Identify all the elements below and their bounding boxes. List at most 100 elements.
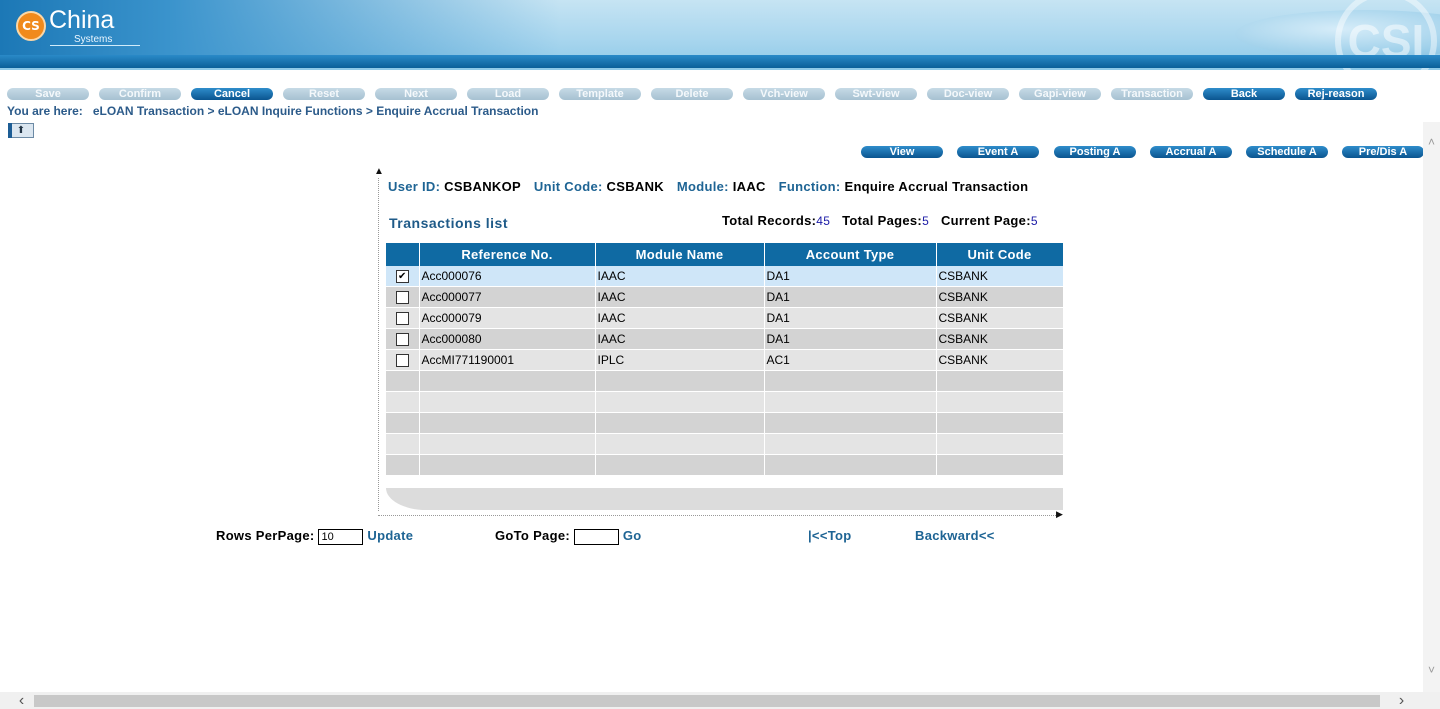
row-select-cell <box>386 349 420 371</box>
banner-bottom-bar <box>0 55 1440 68</box>
empty-cell <box>595 370 765 392</box>
table-header-row: Reference No. Module Name Account Type U… <box>386 243 1064 266</box>
load-button[interactable]: Load <box>467 88 549 100</box>
panel-left-border <box>378 178 379 511</box>
scroll-down-icon[interactable]: ˅ <box>1425 664 1438 677</box>
rows-per-page-control: Rows PerPage: Update <box>216 528 413 545</box>
reference-cell: Acc000079 <box>419 307 596 329</box>
account-type-cell: AC1 <box>764 349 937 371</box>
transaction-button[interactable]: Transaction <box>1111 88 1193 100</box>
confirm-button[interactable]: Confirm <box>99 88 181 100</box>
top-link-wrap: |<<Top <box>808 528 851 543</box>
schedule-a-button[interactable]: Schedule A <box>1246 146 1328 158</box>
empty-table-row <box>386 433 1064 455</box>
goto-page-label: GoTo Page: <box>495 528 570 543</box>
event-a-button[interactable]: Event A <box>957 146 1039 158</box>
logo-underline <box>50 45 140 46</box>
vertical-scrollbar[interactable]: ˄ ˅ <box>1423 122 1440 692</box>
panel-up-arrow-icon: ▲ <box>374 166 384 177</box>
record-totals: Total Records:45 Total Pages:5 Current P… <box>722 213 1046 228</box>
module-cell: IPLC <box>595 349 765 371</box>
list-title: Transactions list <box>389 215 508 231</box>
total-pages-label: Total Pages: <box>842 213 923 228</box>
row-checkbox[interactable] <box>395 312 409 326</box>
panel-bottom-border <box>378 515 1058 516</box>
scroll-right-icon[interactable]: › <box>1393 692 1410 709</box>
column-header-select <box>386 243 420 266</box>
module-cell: IAAC <box>595 286 765 308</box>
empty-cell <box>936 433 1064 455</box>
template-button[interactable]: Template <box>559 88 641 100</box>
reference-cell: Acc000077 <box>419 286 596 308</box>
empty-cell <box>764 391 937 413</box>
column-header-module: Module Name <box>595 243 765 266</box>
pre-dis-a-button[interactable]: Pre/Dis A <box>1342 146 1424 158</box>
save-button[interactable]: Save <box>7 88 89 100</box>
empty-cell <box>386 391 420 413</box>
empty-table-row <box>386 454 1064 476</box>
go-link[interactable]: Go <box>623 528 642 543</box>
empty-table-row <box>386 391 1064 413</box>
row-select-cell <box>386 307 420 329</box>
top-page-link[interactable]: |<<Top <box>808 528 851 543</box>
function-value: Enquire Accrual Transaction <box>844 179 1029 194</box>
table-row[interactable]: Acc000077 IAAC DA1 CSBANK <box>386 286 1064 308</box>
delete-button[interactable]: Delete <box>651 88 733 100</box>
breadcrumb-path[interactable]: eLOAN Transaction > eLOAN Inquire Functi… <box>93 104 539 118</box>
goto-page-control: GoTo Page: Go <box>495 528 641 545</box>
unit-code-cell: CSBANK <box>936 349 1064 371</box>
collapse-up-icon[interactable]: ⬆ <box>8 123 34 138</box>
doc-view-button[interactable]: Doc-view <box>927 88 1009 100</box>
table-row[interactable]: Acc000080 IAAC DA1 CSBANK <box>386 328 1064 350</box>
table-row[interactable]: ✔ Acc000076 IAAC DA1 CSBANK <box>386 266 1064 287</box>
vch-view-button[interactable]: Vch-view <box>743 88 825 100</box>
table-row[interactable]: Acc000079 IAAC DA1 CSBANK <box>386 307 1064 329</box>
module-cell: IAAC <box>595 307 765 329</box>
empty-cell <box>936 412 1064 434</box>
empty-cell <box>386 454 420 476</box>
row-checkbox[interactable] <box>395 291 409 305</box>
rej-reason-button[interactable]: Rej-reason <box>1295 88 1377 100</box>
empty-cell <box>386 433 420 455</box>
next-button[interactable]: Next <box>375 88 457 100</box>
transactions-table: Reference No. Module Name Account Type U… <box>386 243 1064 476</box>
current-page-label: Current Page: <box>940 213 1031 228</box>
posting-a-button[interactable]: Posting A <box>1054 146 1136 158</box>
row-checkbox[interactable] <box>395 333 409 347</box>
row-checkbox[interactable]: ✔ <box>395 270 409 284</box>
goto-page-input[interactable] <box>573 528 619 545</box>
unit-code-cell: CSBANK <box>936 307 1064 329</box>
reference-cell: Acc000076 <box>419 266 596 287</box>
reset-button[interactable]: Reset <box>283 88 365 100</box>
gapi-view-button[interactable]: Gapi-view <box>1019 88 1101 100</box>
scroll-up-icon[interactable]: ˄ <box>1425 136 1438 149</box>
row-checkbox[interactable] <box>395 354 409 368</box>
backward-page-link[interactable]: Backward<< <box>915 528 995 543</box>
user-id-label: User ID: <box>388 179 441 194</box>
swt-view-button[interactable]: Swt-view <box>835 88 917 100</box>
rows-per-page-input[interactable] <box>318 528 364 545</box>
cancel-button[interactable]: Cancel <box>191 88 273 100</box>
empty-cell <box>764 454 937 476</box>
account-type-cell: DA1 <box>764 307 937 329</box>
total-records-label: Total Records: <box>722 213 817 228</box>
update-link[interactable]: Update <box>367 528 413 543</box>
scroll-left-icon[interactable]: ‹ <box>13 692 30 709</box>
row-select-cell <box>386 286 420 308</box>
back-button[interactable]: Back <box>1203 88 1285 100</box>
empty-cell <box>419 412 596 434</box>
horizontal-scrollbar[interactable]: ‹ › <box>0 692 1440 709</box>
table-row[interactable]: AccMI771190001 IPLC AC1 CSBANK <box>386 349 1064 371</box>
column-header-unit-code: Unit Code <box>936 243 1064 266</box>
horizontal-scroll-thumb[interactable] <box>34 695 1380 707</box>
empty-cell <box>419 370 596 392</box>
breadcrumb-prefix: You are here: <box>7 104 83 118</box>
view-button[interactable]: View <box>861 146 943 158</box>
china-systems-logo: CS China Systems <box>16 6 140 51</box>
account-type-cell: DA1 <box>764 266 937 287</box>
module-value: IAAC <box>732 179 766 194</box>
reference-cell: Acc000080 <box>419 328 596 350</box>
empty-cell <box>936 391 1064 413</box>
accrual-a-button[interactable]: Accrual A <box>1150 146 1232 158</box>
account-type-cell: DA1 <box>764 328 937 350</box>
